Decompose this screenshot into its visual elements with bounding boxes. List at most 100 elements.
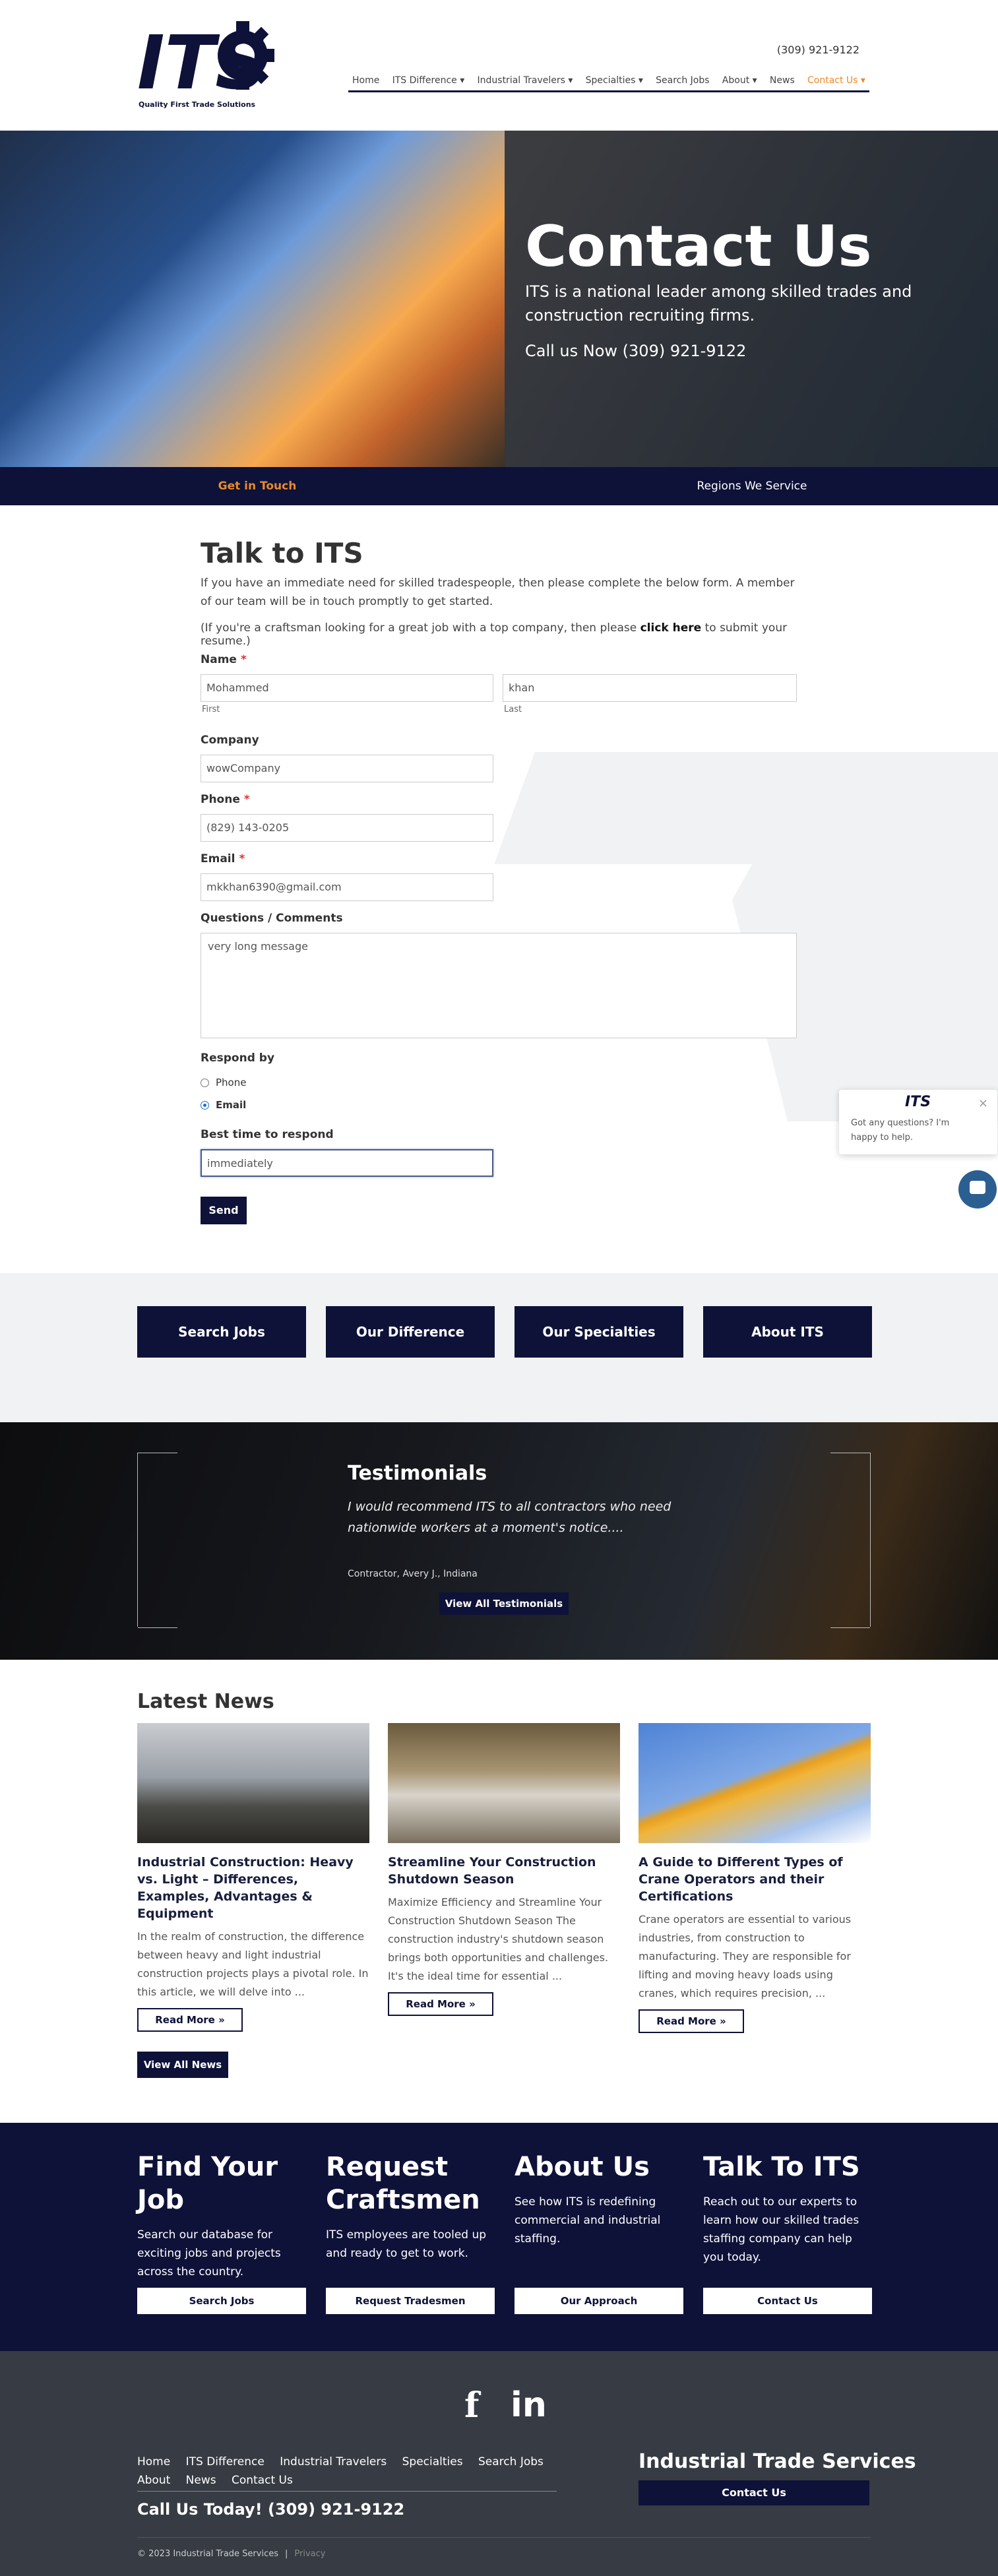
form-title: Talk to ITS <box>201 537 363 569</box>
nav-news[interactable]: News <box>770 75 795 86</box>
required-mark: * <box>243 793 250 806</box>
email-input[interactable]: mkkhan6390@gmail.com <box>201 873 493 901</box>
cta-column: About Us See how ITS is redefining comme… <box>515 2151 683 2248</box>
copyright: © 2023 Industrial Trade Services | Privacy <box>137 2549 325 2559</box>
cta-request-tradesmen-button[interactable]: Request Tradesmen <box>326 2288 495 2314</box>
footer-link-industrial-travelers[interactable]: Industrial Travelers <box>280 2455 387 2468</box>
footer-divider <box>137 2537 871 2538</box>
news-card: A Guide to Different Types of Crane Oper… <box>639 1723 871 2033</box>
view-all-testimonials-button[interactable]: View All Testimonials <box>439 1592 569 1615</box>
read-more-button[interactable]: Read More » <box>137 2008 243 2032</box>
cta-column: Talk To ITS Reach out to our experts to … <box>703 2151 872 2267</box>
footer-call[interactable]: Call Us Today! (309) 921-9122 <box>137 2500 404 2519</box>
linkedin-icon[interactable]: in <box>511 2385 547 2425</box>
nav-home[interactable]: Home <box>352 75 379 86</box>
copyright-separator: | <box>285 2549 288 2559</box>
close-icon[interactable]: × <box>978 1096 988 1110</box>
nav-contact-us[interactable]: Contact Us ▾ <box>807 75 865 86</box>
logo-text: ITS <box>137 20 268 106</box>
quick-about-its[interactable]: About ITS <box>703 1306 872 1358</box>
footer-link-search-jobs[interactable]: Search Jobs <box>478 2455 544 2468</box>
quick-search-jobs[interactable]: Search Jobs <box>137 1306 306 1358</box>
quick-our-specialties[interactable]: Our Specialties <box>515 1306 683 1358</box>
send-button[interactable]: Send <box>201 1197 247 1224</box>
cta-title: About Us <box>515 2152 650 2182</box>
cta-our-approach-button[interactable]: Our Approach <box>515 2288 683 2314</box>
privacy-link[interactable]: Privacy <box>294 2549 325 2559</box>
section-tabs: Get in Touch Regions We Service <box>0 467 998 505</box>
phone-input[interactable]: (829) 143-0205 <box>201 814 493 842</box>
best-time-input[interactable]: immediately <box>201 1149 493 1177</box>
chat-bubble-shape <box>970 1181 985 1194</box>
footer-link-about[interactable]: About <box>137 2474 170 2487</box>
logo-tagline: Quality First Trade Solutions <box>139 100 256 109</box>
nav-its-difference[interactable]: ITS Difference ▾ <box>392 75 465 86</box>
footer-link-news[interactable]: News <box>186 2474 216 2487</box>
nav-search-jobs[interactable]: Search Jobs <box>656 75 709 86</box>
cta-contact-us-button[interactable]: Contact Us <box>703 2288 872 2314</box>
testimonial-quote: I would recommend ITS to all contractors… <box>348 1499 671 1535</box>
nav-specialties[interactable]: Specialties ▾ <box>586 75 643 86</box>
news-card-title[interactable]: Streamline Your Construction Shutdown Se… <box>388 1854 620 1888</box>
company-label: Company <box>201 734 259 747</box>
testimonials-section: Testimonials I would recommend ITS to al… <box>0 1422 998 1660</box>
respond-phone-radio[interactable]: Phone <box>201 1077 246 1088</box>
warehouse-image[interactable] <box>388 1723 620 1843</box>
email-label-text: Email <box>201 852 235 865</box>
radio-dot-selected[interactable] <box>201 1100 209 1110</box>
quick-our-difference[interactable]: Our Difference <box>326 1306 495 1358</box>
cta-search-jobs-button[interactable]: Search Jobs <box>137 2288 306 2314</box>
required-mark: * <box>239 852 245 865</box>
chat-logo: ITS <box>905 1094 931 1110</box>
name-label: Name * <box>201 653 247 666</box>
header-phone[interactable]: (309) 921-9122 <box>777 44 859 56</box>
crane-image[interactable] <box>639 1723 871 1843</box>
cta-text: ITS employees are tooled up and ready to… <box>326 2228 487 2260</box>
contact-form-section: Talk to ITS If you have an immediate nee… <box>0 505 998 1273</box>
refinery-image[interactable] <box>137 1723 369 1843</box>
first-name-input[interactable]: Mohammed <box>201 674 493 702</box>
cta-title: Find Your Job <box>137 2152 278 2215</box>
tab-regions[interactable]: Regions We Service <box>501 467 998 505</box>
tab-get-in-touch[interactable]: Get in Touch <box>0 467 515 505</box>
craftsman-note: (If you're a craftsman looking for a gre… <box>201 621 834 648</box>
footer-links: Home ITS Difference Industrial Travelers… <box>137 2453 559 2490</box>
footer-contact-button[interactable]: Contact Us <box>639 2480 869 2505</box>
news-card-title[interactable]: Industrial Construction: Heavy vs. Light… <box>137 1854 369 1922</box>
nav-about[interactable]: About ▾ <box>722 75 757 86</box>
footer-link-home[interactable]: Home <box>137 2455 170 2468</box>
footer-link-specialties[interactable]: Specialties <box>402 2455 463 2468</box>
news-card-excerpt: Maximize Efficiency and Streamline Your … <box>388 1896 609 1982</box>
phone-label: Phone * <box>201 793 250 806</box>
comments-label: Questions / Comments <box>201 912 343 925</box>
chat-bubble-icon[interactable] <box>958 1170 997 1209</box>
comments-textarea[interactable]: very long message <box>201 933 797 1038</box>
hero-call[interactable]: Call us Now (309) 921-9122 <box>525 342 746 360</box>
read-more-button[interactable]: Read More » <box>639 2009 744 2033</box>
facebook-icon[interactable]: f <box>464 2385 479 2426</box>
radio-dot[interactable] <box>201 1078 209 1087</box>
view-all-news-button[interactable]: View All News <box>137 2052 228 2078</box>
its-logo[interactable]: ITS Quality First Trade Solutions <box>137 9 276 121</box>
news-card: Industrial Construction: Heavy vs. Light… <box>137 1723 369 2032</box>
nav-industrial-travelers[interactable]: Industrial Travelers ▾ <box>478 75 573 86</box>
site-header: ITS Quality First Trade Solutions (309) … <box>0 0 998 131</box>
news-title: Latest News <box>137 1690 274 1713</box>
read-more-button[interactable]: Read More » <box>388 1992 493 2016</box>
site-footer: f in Home ITS Difference Industrial Trav… <box>0 2351 998 2576</box>
footer-links-row: Home ITS Difference Industrial Travelers… <box>137 2453 559 2471</box>
cta-band: Find Your Job Search our database for ex… <box>0 2123 998 2351</box>
footer-link-its-difference[interactable]: ITS Difference <box>186 2455 265 2468</box>
footer-link-contact-us[interactable]: Contact Us <box>232 2474 293 2487</box>
email-label: Email * <box>201 852 245 865</box>
testimonials-title: Testimonials <box>348 1462 487 1485</box>
testimonial-author: Contractor, Avery J., Indiana <box>348 1569 478 1579</box>
news-card-excerpt: In the realm of construction, the differ… <box>137 1930 369 1998</box>
cta-column: Find Your Job Search our database for ex… <box>137 2151 306 2281</box>
news-card-title[interactable]: A Guide to Different Types of Crane Oper… <box>639 1854 871 1905</box>
company-input[interactable]: wowCompany <box>201 755 493 782</box>
resume-link[interactable]: click here <box>640 621 702 635</box>
respond-email-radio[interactable]: Email <box>201 1099 246 1111</box>
chat-popup[interactable]: ITS × Got any questions? I'm happy to he… <box>839 1090 997 1154</box>
last-name-input[interactable]: khan <box>503 674 797 702</box>
